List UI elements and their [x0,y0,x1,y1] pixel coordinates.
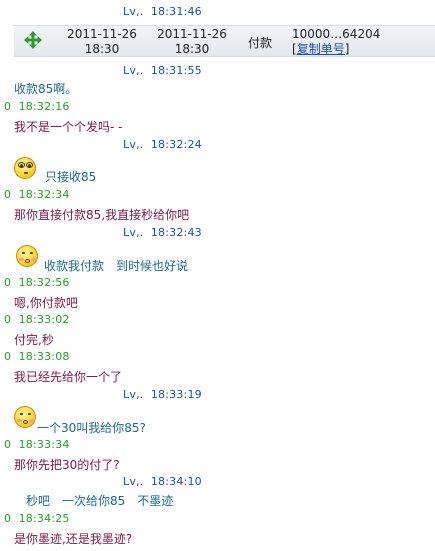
sender-name: Lv,. [123,64,144,77]
sender-name: 0 [4,438,12,451]
message-text: 那你先把30的付了? [14,458,120,472]
message-text: 只接收85 [45,170,97,184]
message-item: 一个30叫我给你85? [0,406,435,435]
message-text: 付完,秒 [14,333,54,347]
message-item: 收款我付款 到时候也好说 [0,245,435,273]
order-paid-time: 2011-11-26 18:30 [157,27,227,56]
move-icon[interactable] [24,31,42,49]
message-time: 18:33:02 [18,313,70,326]
sender-name: 0 [4,313,12,326]
sender-name: 0 [4,350,12,363]
message-time: 18:33:19 [150,388,202,401]
sender-name: Lv,. [123,475,144,488]
thinking-emoji-icon [14,157,36,179]
message-text: 我不是一个个发吗- - [14,120,123,134]
sender-name: Lv,. [123,388,144,401]
message-text: 秒吧 一次给你85 不墨迹 [26,494,174,508]
message-time: 18:33:08 [18,350,70,363]
message-time: 18:32:16 [18,100,70,113]
message-text: 那你直接付款85,我直接秒给你吧 [14,208,190,222]
copy-order-number-link[interactable]: 复制单号 [297,42,345,56]
message-text: 我已经先给你一个了 [14,370,123,384]
message-time: 18:31:46 [150,5,202,18]
message-time: 18:34:25 [18,512,70,525]
message-time: 18:32:43 [150,226,202,239]
message-time: 18:32:24 [150,138,202,151]
sender-name: Lv,. [123,138,144,151]
order-status: 付款 [248,36,273,50]
sender-name: 0 [4,276,12,289]
sender-name: Lv,. [123,226,144,239]
message-text: 收款85啊。 [14,82,78,96]
order-created-time: 2011-11-26 18:30 [67,27,137,56]
message-time: 18:32:34 [18,188,70,201]
order-card: 2011-11-26 18:30 2011-11-26 18:30 付款 100… [14,25,435,57]
order-number: 10000…64204 [292,27,381,41]
chat-history: Lv,. 18:31:46 2011-11-26 18:30 2011-11-2… [0,0,435,551]
message-text: 嗯,你付款吧 [14,296,78,310]
message-time: 18:34:10 [150,475,202,488]
sender-name: Lv,. [123,5,144,18]
message-item: 只接收85 [0,157,435,184]
order-info: 10000…64204 [复制单号] [292,27,381,56]
kiss-emoji-icon [14,406,36,428]
message-text: 是你墨迹,还是我墨迹? [14,532,133,546]
message-time: 18:33:34 [18,438,70,451]
message-text: 收款我付款 到时候也好说 [44,259,189,273]
message-text: 一个30叫我给你85? [37,421,146,435]
kiss-emoji-icon [16,245,38,267]
message-time: 18:32:56 [18,276,70,289]
sender-name: 0 [4,100,12,113]
message-time: 18:31:55 [150,64,202,77]
sender-name: 0 [4,188,12,201]
sender-name: 0 [4,512,12,525]
